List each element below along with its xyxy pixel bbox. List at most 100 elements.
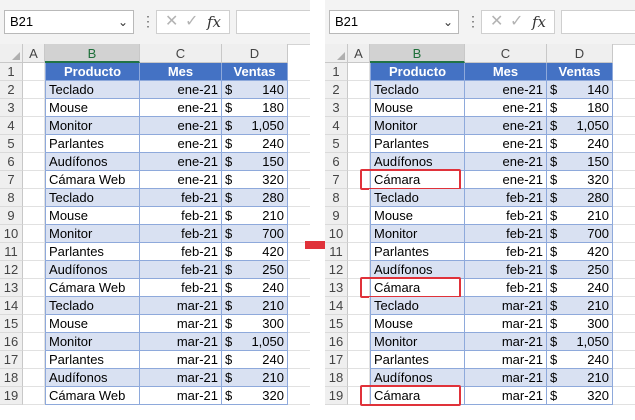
cell-producto[interactable]: Monitor	[370, 117, 465, 135]
cell-e[interactable]	[613, 297, 635, 315]
cell-mes[interactable]: mar-21	[140, 297, 222, 315]
cell-ventas[interactable]: $150	[222, 153, 288, 171]
cell-producto[interactable]: Teclado	[370, 297, 465, 315]
cell-ventas[interactable]: $210	[222, 207, 288, 225]
cell-e[interactable]	[613, 243, 635, 261]
cell-e[interactable]	[288, 99, 310, 117]
cell-a[interactable]	[348, 135, 370, 153]
header-ventas[interactable]: Ventas	[547, 63, 613, 81]
cell-mes[interactable]: ene-21	[140, 117, 222, 135]
cell-producto[interactable]: Audífonos	[45, 369, 140, 387]
cell-ventas[interactable]: $210	[222, 297, 288, 315]
row-header[interactable]: 5	[0, 135, 23, 153]
cell-producto[interactable]: Parlantes	[370, 351, 465, 369]
cell-a[interactable]	[23, 297, 45, 315]
cell-ventas[interactable]: $180	[222, 99, 288, 117]
row-header[interactable]: 1	[0, 63, 23, 81]
cell-mes[interactable]: mar-21	[465, 369, 547, 387]
cell-ventas[interactable]: $210	[222, 369, 288, 387]
cell-mes[interactable]: mar-21	[140, 369, 222, 387]
cell-e[interactable]	[613, 135, 635, 153]
row-header[interactable]: 16	[325, 333, 348, 351]
cell-a[interactable]	[23, 99, 45, 117]
cell-a[interactable]	[23, 225, 45, 243]
header-mes[interactable]: Mes	[140, 63, 222, 81]
cell-mes[interactable]: ene-21	[140, 135, 222, 153]
cell-producto[interactable]: Parlantes	[45, 135, 140, 153]
cell-e[interactable]	[613, 99, 635, 117]
cell-mes[interactable]: feb-21	[465, 279, 547, 297]
cell-producto[interactable]: Monitor	[370, 225, 465, 243]
cell-ventas[interactable]: $240	[547, 279, 613, 297]
cell-producto[interactable]: Monitor	[45, 117, 140, 135]
cell-a[interactable]	[23, 351, 45, 369]
cell-e[interactable]	[288, 189, 310, 207]
column-header-d[interactable]: D	[547, 44, 613, 63]
cell-e[interactable]	[613, 225, 635, 243]
row-header[interactable]: 12	[0, 261, 23, 279]
more-vertical-icon[interactable]: ⋮	[466, 12, 480, 30]
row-header[interactable]: 18	[325, 369, 348, 387]
cell-e[interactable]	[613, 369, 635, 387]
cell-e[interactable]	[613, 261, 635, 279]
row-header[interactable]: 4	[325, 117, 348, 135]
cell-mes[interactable]: ene-21	[465, 81, 547, 99]
cell-e[interactable]	[288, 171, 310, 189]
cell-e[interactable]	[613, 171, 635, 189]
cell-a[interactable]	[23, 243, 45, 261]
cell-ventas[interactable]: $140	[222, 81, 288, 99]
cell-e[interactable]	[288, 351, 310, 369]
cell-e[interactable]	[288, 81, 310, 99]
cell-ventas[interactable]: $700	[547, 225, 613, 243]
more-vertical-icon[interactable]: ⋮	[141, 12, 155, 30]
cell-e[interactable]	[288, 135, 310, 153]
cell-e[interactable]	[288, 279, 310, 297]
cell-a[interactable]	[23, 117, 45, 135]
chevron-down-icon[interactable]: ⌄	[443, 11, 453, 33]
cell-e[interactable]	[288, 261, 310, 279]
cell-mes[interactable]: mar-21	[140, 333, 222, 351]
cell-producto[interactable]: Mouse	[45, 315, 140, 333]
cell-mes[interactable]: ene-21	[140, 99, 222, 117]
cell-ventas[interactable]: $280	[222, 189, 288, 207]
name-box[interactable]: B21 ⌄	[329, 10, 459, 34]
cell-e[interactable]	[613, 207, 635, 225]
cell-ventas[interactable]: $1,050	[547, 333, 613, 351]
row-header[interactable]: 3	[0, 99, 23, 117]
column-header-a[interactable]: A	[348, 44, 370, 63]
row-header[interactable]: 1	[325, 63, 348, 81]
cell-producto[interactable]: Mouse	[370, 99, 465, 117]
cell-e[interactable]	[613, 387, 635, 405]
cell-e[interactable]	[613, 279, 635, 297]
cell-mes[interactable]: mar-21	[140, 387, 222, 405]
cell-e[interactable]	[288, 315, 310, 333]
row-header[interactable]: 15	[325, 315, 348, 333]
column-header-c[interactable]: C	[140, 44, 222, 63]
cell-mes[interactable]: ene-21	[465, 135, 547, 153]
column-header-a[interactable]: A	[23, 44, 45, 63]
cell-mes[interactable]: feb-21	[140, 189, 222, 207]
column-header-b[interactable]: B	[370, 44, 465, 63]
row-header[interactable]: 7	[0, 171, 23, 189]
cell-ventas[interactable]: $240	[547, 351, 613, 369]
cell-mes[interactable]: feb-21	[465, 243, 547, 261]
cell-mes[interactable]: feb-21	[140, 207, 222, 225]
cell-producto[interactable]: Monitor	[370, 333, 465, 351]
cell-mes[interactable]: feb-21	[465, 225, 547, 243]
cell-e[interactable]	[288, 369, 310, 387]
cell-mes[interactable]: mar-21	[465, 351, 547, 369]
cell-ventas[interactable]: $420	[222, 243, 288, 261]
row-header[interactable]: 2	[0, 81, 23, 99]
cell-a[interactable]	[23, 387, 45, 405]
formula-input[interactable]	[561, 10, 635, 34]
row-header[interactable]: 19	[325, 387, 348, 405]
cell-mes[interactable]: feb-21	[465, 207, 547, 225]
cell-ventas[interactable]: $210	[547, 297, 613, 315]
cell-e[interactable]	[288, 333, 310, 351]
select-all-button[interactable]	[325, 44, 348, 63]
row-header[interactable]: 11	[325, 243, 348, 261]
cell-a[interactable]	[23, 207, 45, 225]
cell-producto[interactable]: Monitor	[45, 225, 140, 243]
cell-producto[interactable]: Cámara Web	[45, 387, 140, 405]
cell-producto[interactable]: Audífonos	[45, 153, 140, 171]
